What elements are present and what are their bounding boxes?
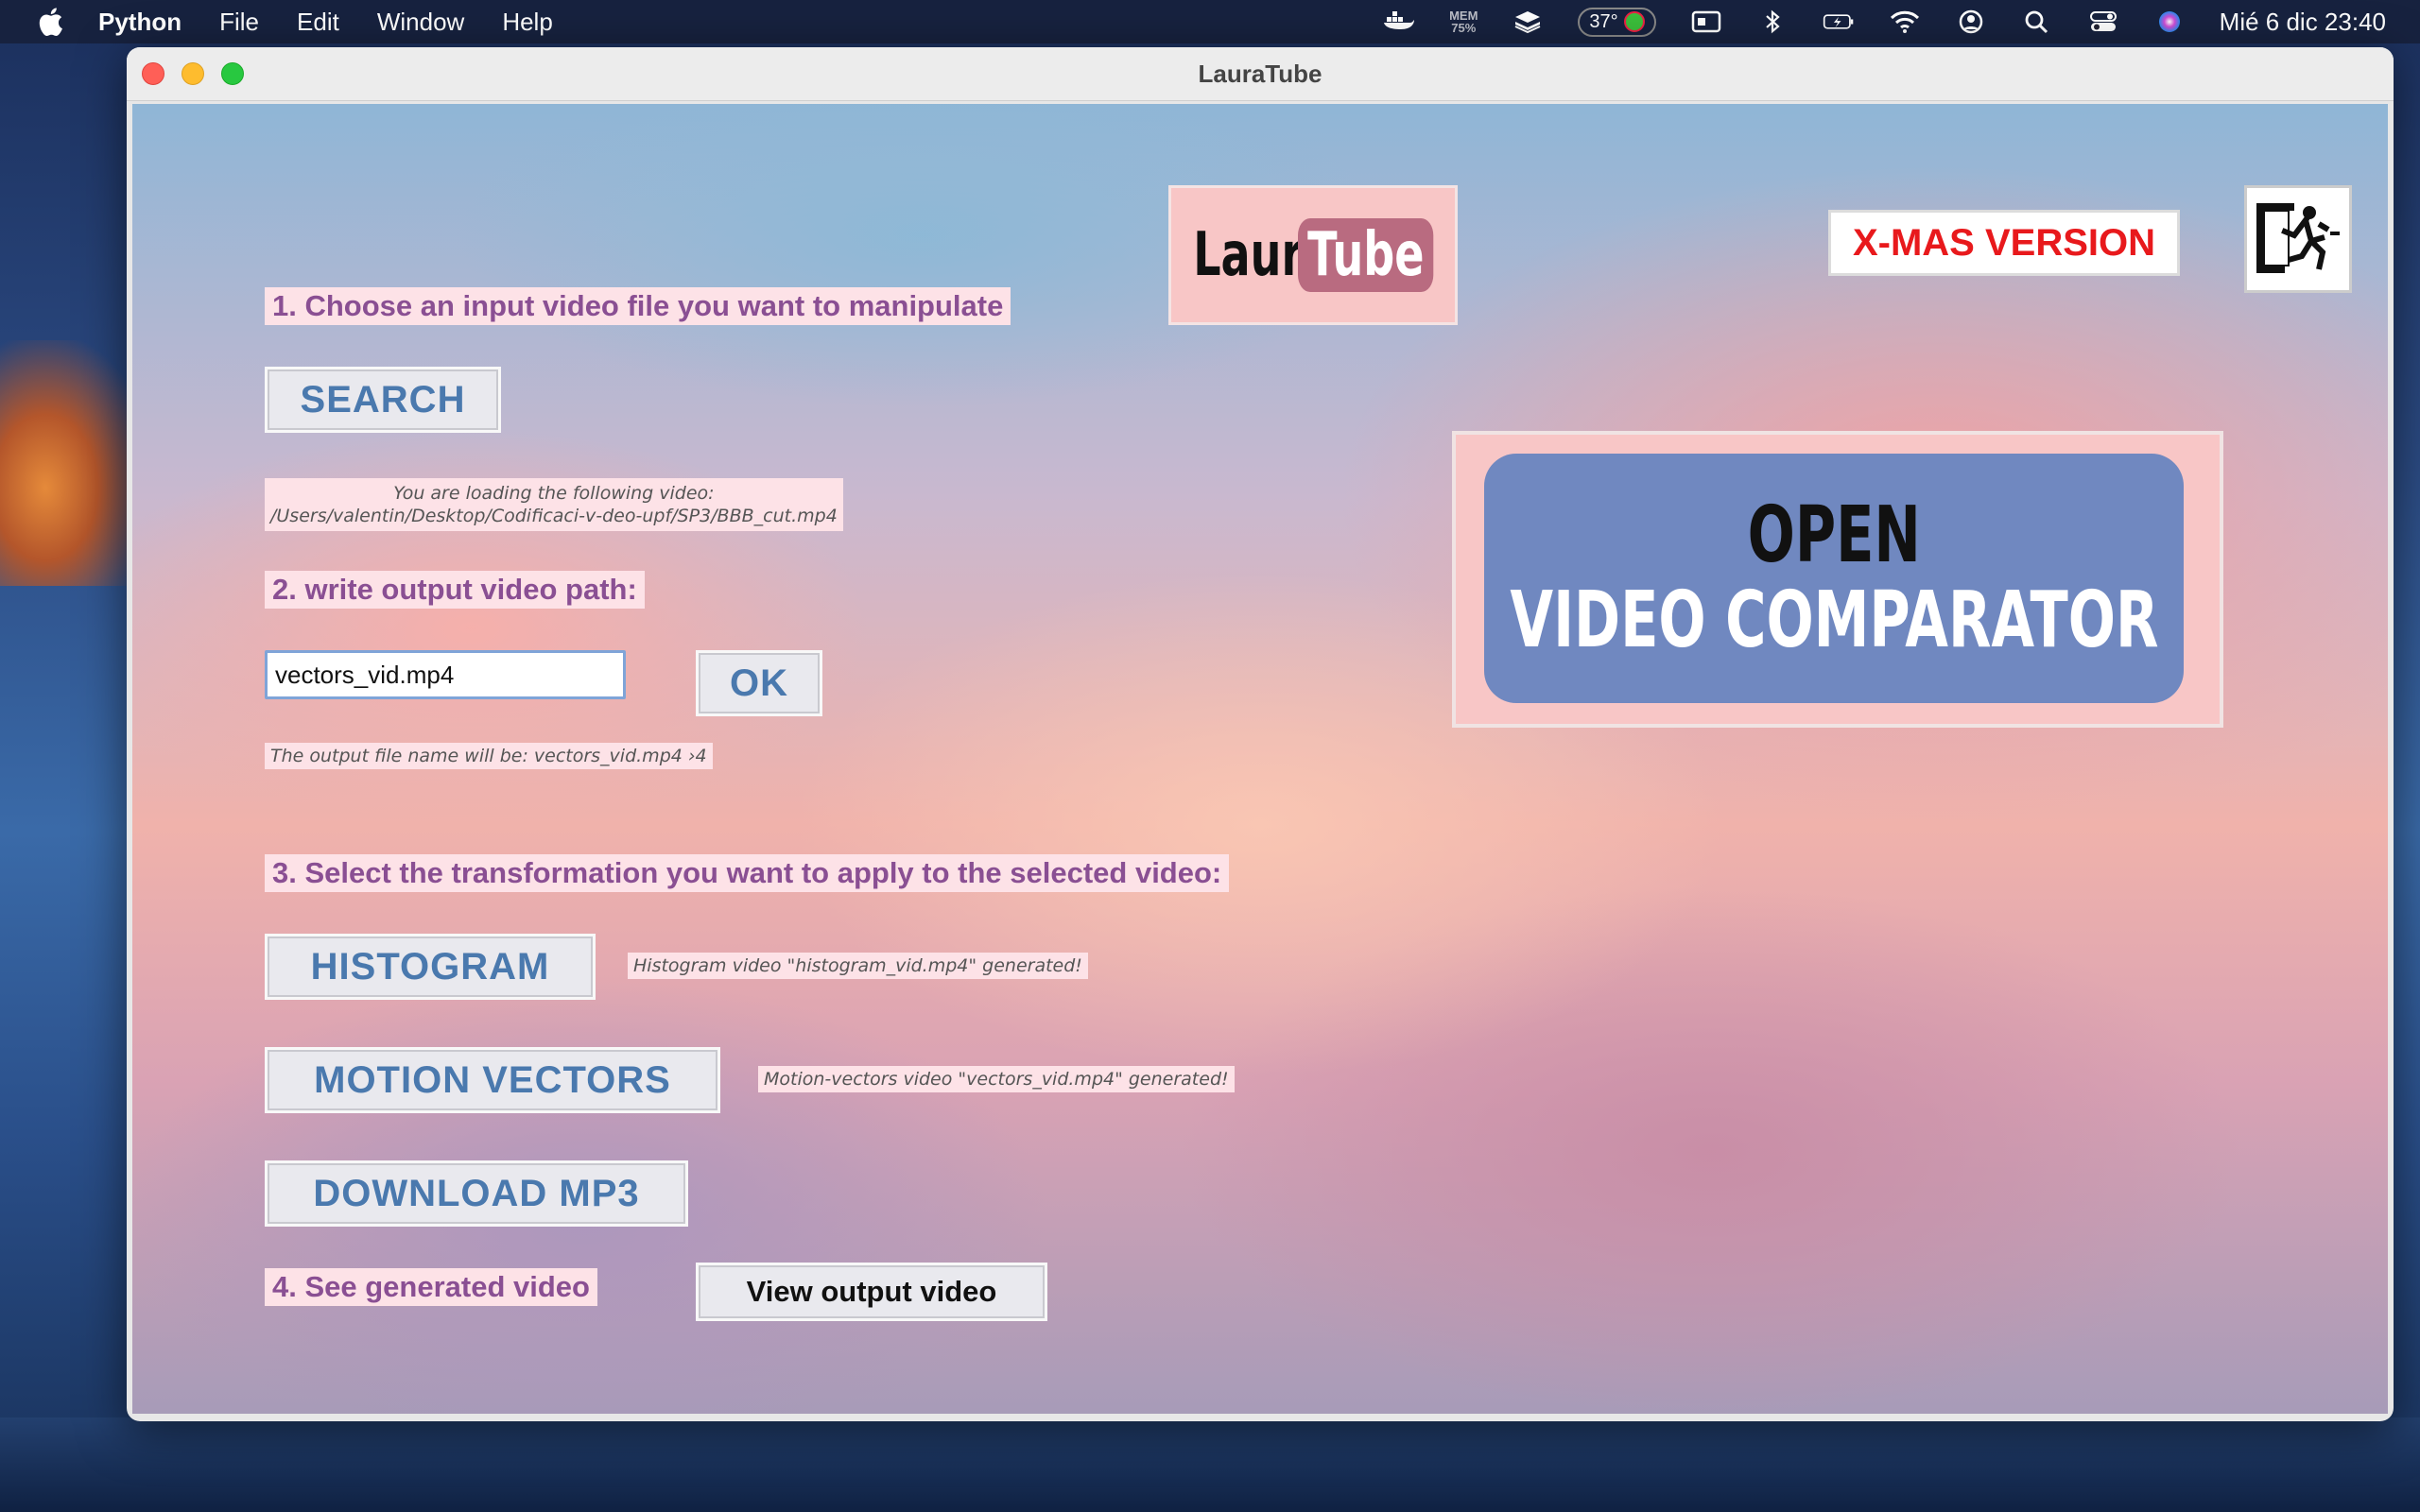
maximize-window-button[interactable] xyxy=(221,62,244,85)
loading-info-path: /Users/valentin/Desktop/Codificaci-v-deo… xyxy=(270,506,838,526)
search-button[interactable]: SEARCH xyxy=(265,367,501,433)
comparator-line1: OPEN xyxy=(1747,490,1921,580)
memory-value: 75% xyxy=(1451,21,1477,35)
ok-button[interactable]: OK xyxy=(696,650,822,716)
step1-label: 1. Choose an input video file you want t… xyxy=(265,287,1011,325)
loading-info-line1: You are loading the following video: xyxy=(393,483,715,504)
loading-info: You are loading the following video: /Us… xyxy=(265,478,843,531)
histogram-button[interactable]: HISTOGRAM xyxy=(265,934,596,1000)
download-mp3-button[interactable]: DOWNLOAD MP3 xyxy=(265,1160,688,1227)
output-name-message: The output file name will be: vectors_vi… xyxy=(265,743,713,769)
histogram-status-message: Histogram video "histogram_vid.mp4" gene… xyxy=(628,953,1088,979)
app-background: Laura Tube X-MAS VERSION 1. Choose an in… xyxy=(132,104,2388,1414)
output-path-input[interactable]: vectors_vid.mp4 xyxy=(265,650,626,699)
status-dot-icon xyxy=(1623,11,1645,32)
window-title: LauraTube xyxy=(1198,59,1322,88)
temperature-badge[interactable]: 37° xyxy=(1578,7,1656,37)
step4-label: 4. See generated video xyxy=(265,1268,597,1306)
display-icon[interactable] xyxy=(1690,9,1722,34)
app-window: LauraTube Laura Tube X-MAS VERSION 1. Ch… xyxy=(127,47,2394,1421)
memory-monitor[interactable]: MEM 75% xyxy=(1449,9,1478,34)
step2-label: 2. write output video path: xyxy=(265,571,645,609)
output-path-value: vectors_vid.mp4 xyxy=(275,660,455,689)
menu-edit[interactable]: Edit xyxy=(297,8,339,37)
menu-clock[interactable]: Mié 6 dic 23:40 xyxy=(2220,8,2386,37)
desktop-wallpaper-sea xyxy=(0,1418,2420,1512)
motion-vectors-status-message: Motion-vectors video "vectors_vid.mp4" g… xyxy=(758,1066,1235,1092)
temperature-value: 37° xyxy=(1589,10,1618,32)
motion-vectors-button[interactable]: MOTION VECTORS xyxy=(265,1047,720,1113)
docker-icon[interactable] xyxy=(1383,9,1415,34)
xmas-version-label: X-MAS VERSION xyxy=(1828,210,2180,276)
comparator-line2: VIDEO COMPARATOR xyxy=(1509,576,2159,665)
search-icon[interactable] xyxy=(2021,9,2053,34)
control-center-icon[interactable] xyxy=(2087,9,2119,34)
logo-text-tube: Tube xyxy=(1298,218,1435,292)
siri-icon[interactable] xyxy=(2153,9,2186,34)
bluetooth-icon[interactable] xyxy=(1756,9,1789,34)
menu-file[interactable]: File xyxy=(219,8,259,37)
menu-bar: Python File Edit Window Help MEM 75% 37° xyxy=(0,0,2420,43)
step3-label: 3. Select the transformation you want to… xyxy=(265,854,1230,892)
menu-window[interactable]: Window xyxy=(377,8,464,37)
window-titlebar[interactable]: LauraTube xyxy=(127,47,2394,101)
open-video-comparator-button[interactable]: OPEN VIDEO COMPARATOR xyxy=(1484,454,2184,703)
battery-icon[interactable] xyxy=(1823,9,1855,34)
close-window-button[interactable] xyxy=(142,62,164,85)
traffic-lights xyxy=(142,62,244,85)
minimize-window-button[interactable] xyxy=(182,62,204,85)
view-output-video-button[interactable]: View output video xyxy=(696,1263,1047,1321)
apple-icon[interactable] xyxy=(36,7,64,37)
menu-help[interactable]: Help xyxy=(502,8,552,37)
lauratube-logo: Laura Tube xyxy=(1168,185,1458,325)
exit-running-man-icon xyxy=(2256,203,2340,273)
menu-app-python[interactable]: Python xyxy=(98,8,182,37)
comparator-frame: OPEN VIDEO COMPARATOR xyxy=(1452,431,2223,728)
wifi-icon[interactable] xyxy=(1889,9,1921,34)
stacks-icon[interactable] xyxy=(1512,9,1544,34)
user-account-icon[interactable] xyxy=(1955,9,1987,34)
exit-button[interactable] xyxy=(2244,185,2352,293)
